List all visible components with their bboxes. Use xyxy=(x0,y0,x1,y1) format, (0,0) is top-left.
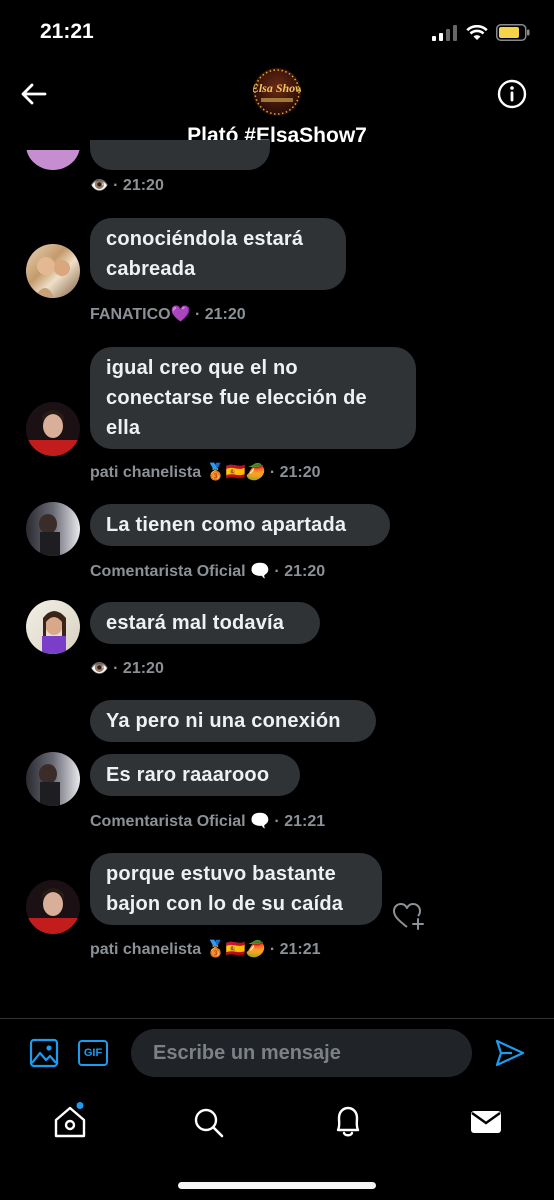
message-meta: pati chanelista 🥉🇪🇸🥭 · 21:20 xyxy=(90,462,321,482)
message-input[interactable] xyxy=(131,1029,472,1077)
avatar-logo-text: Elsa Show xyxy=(253,81,301,95)
messages-tab-icon[interactable] xyxy=(466,1102,506,1142)
composer-divider xyxy=(0,1018,554,1019)
message-text: porque estuvo bastante bajon con lo de s… xyxy=(106,863,344,915)
sender-name: Comentarista Oficial 🗨️ xyxy=(90,813,270,830)
image-icon[interactable] xyxy=(29,1038,59,1068)
message-bubble[interactable]: porque estuvo bastante bajon con lo de s… xyxy=(90,853,382,925)
sender-name: Comentarista Oficial 🗨️ xyxy=(90,563,270,580)
signal-icon xyxy=(432,24,457,41)
message-bubble[interactable]: Es raro raaarooo xyxy=(90,754,300,796)
back-arrow-icon[interactable] xyxy=(18,78,50,110)
user-avatar[interactable] xyxy=(26,244,80,298)
message-meta: Comentarista Oficial 🗨️ · 21:20 xyxy=(90,561,325,581)
message-text: Es raro raaarooo xyxy=(106,764,270,786)
message-bubble[interactable]: estará mal todavía xyxy=(90,602,320,644)
message-text: igual creo que el no conectarse fue elec… xyxy=(106,357,367,439)
search-tab-icon[interactable] xyxy=(188,1102,228,1142)
message-bubble[interactable]: conociéndola estará cabreada xyxy=(90,218,346,290)
home-indicator xyxy=(178,1182,376,1189)
message-text: Ya pero ni una conexión xyxy=(106,710,341,732)
gif-label: GIF xyxy=(83,1047,103,1059)
like-heart-icon[interactable] xyxy=(392,902,426,932)
sender-name: FANATICO💜 xyxy=(90,306,191,323)
message-time: · 21:20 xyxy=(194,306,246,323)
conversation-title: Plató #ElsaShow7 xyxy=(187,124,367,147)
message-time: · 21:21 xyxy=(274,813,326,830)
user-avatar[interactable] xyxy=(26,752,80,806)
home-tab-icon[interactable] xyxy=(50,1102,90,1142)
message-time: · 21:20 xyxy=(113,177,164,194)
message-meta: Comentarista Oficial 🗨️ · 21:21 xyxy=(90,811,325,831)
gif-button[interactable]: GIF xyxy=(78,1040,108,1066)
message-text: La tienen como apartada xyxy=(106,514,347,536)
sender-name: 👁️ xyxy=(90,177,109,194)
user-avatar[interactable] xyxy=(26,402,80,456)
wifi-icon xyxy=(466,24,488,40)
message-meta: FANATICO💜 · 21:20 xyxy=(90,304,246,324)
message-time: · 21:21 xyxy=(269,941,321,958)
message-bubble[interactable] xyxy=(90,140,270,170)
send-icon[interactable] xyxy=(494,1038,526,1068)
message-bubble[interactable]: igual creo que el no conectarse fue elec… xyxy=(90,347,416,449)
status-icons xyxy=(432,24,530,41)
status-time: 21:21 xyxy=(40,20,94,43)
message-bubble[interactable]: La tienen como apartada xyxy=(90,504,390,546)
message-text: estará mal todavía xyxy=(106,612,285,634)
message-time: · 21:20 xyxy=(274,563,326,580)
notifications-tab-icon[interactable] xyxy=(328,1102,368,1142)
sender-name: pati chanelista 🥉🇪🇸🥭 xyxy=(90,941,266,958)
message-bubble[interactable]: Ya pero ni una conexión xyxy=(90,700,376,742)
group-avatar[interactable]: Elsa Show xyxy=(253,68,301,116)
message-meta: 👁️ · 21:20 xyxy=(90,659,164,678)
info-icon[interactable] xyxy=(496,78,528,110)
sender-name: 👁️ xyxy=(90,660,109,677)
battery-icon xyxy=(496,24,530,41)
message-composer[interactable] xyxy=(131,1029,472,1077)
message-meta: pati chanelista 🥉🇪🇸🥭 · 21:21 xyxy=(90,939,321,959)
message-text: conociéndola estará cabreada xyxy=(106,228,304,280)
message-time: · 21:20 xyxy=(269,464,321,481)
message-meta: 👁️ · 21:20 xyxy=(90,176,164,195)
user-avatar[interactable] xyxy=(26,880,80,934)
sender-name: pati chanelista 🥉🇪🇸🥭 xyxy=(90,464,266,481)
user-avatar[interactable] xyxy=(26,600,80,654)
message-time: · 21:20 xyxy=(113,660,164,677)
user-avatar[interactable] xyxy=(26,502,80,556)
